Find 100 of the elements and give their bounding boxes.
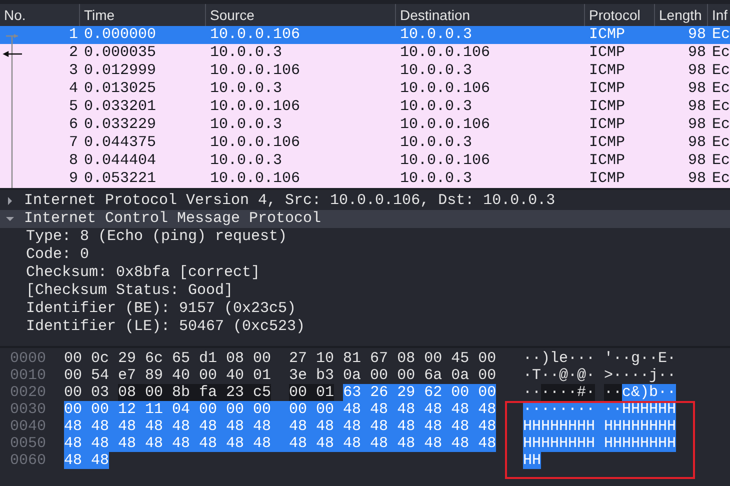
table-cell: 0.044404 bbox=[84, 152, 156, 169]
table-cell: 10.0.0.3 bbox=[400, 62, 472, 79]
tree-row[interactable]: Identifier (BE): 9157 (0x23c5) bbox=[0, 300, 730, 318]
ascii-text: HHHHHHHH bbox=[523, 418, 604, 435]
table-cell: Ec bbox=[712, 98, 730, 115]
offset-label: 0060 bbox=[9, 452, 48, 469]
table-cell: 0.044375 bbox=[84, 134, 156, 151]
table-cell: 4 bbox=[68, 80, 78, 97]
table-cell: 0.053221 bbox=[84, 170, 156, 187]
table-cell: 3 bbox=[68, 62, 78, 79]
tree-row[interactable]: Type: 8 (Echo (ping) request) bbox=[0, 228, 730, 246]
table-cell: ICMP bbox=[589, 26, 626, 43]
table-cell: 10.0.0.3 bbox=[400, 134, 472, 151]
tree-row[interactable]: Checksum: 0x8bfa [correct] bbox=[0, 264, 730, 282]
table-cell: 10.0.0.3 bbox=[210, 152, 282, 169]
table-cell: 0.013025 bbox=[84, 80, 156, 97]
table-cell: 2 bbox=[68, 44, 78, 61]
expand-arrow-icon[interactable] bbox=[6, 197, 14, 205]
table-cell: ICMP bbox=[589, 134, 626, 151]
ascii-text: ·T··@·@· bbox=[523, 367, 596, 384]
tree-item-label: Code: 0 bbox=[26, 244, 90, 265]
hex-bytes: 00 00 48 48 48 48 48 48 bbox=[289, 401, 496, 418]
hex-bytes: 00 01 bbox=[289, 384, 334, 401]
table-cell: 0.000035 bbox=[84, 44, 156, 61]
ascii-text: HHHHHHHH bbox=[604, 435, 676, 452]
table-cell: 9 bbox=[68, 170, 78, 187]
ascii-text: ·· bbox=[604, 384, 622, 401]
hex-bytes: 08 00 8b fa 23 c5 bbox=[118, 384, 272, 401]
table-cell: 98 bbox=[688, 80, 706, 97]
hex-bytes: 48 48 48 48 48 48 48 48 bbox=[289, 418, 496, 435]
table-cell: ICMP bbox=[589, 98, 626, 115]
tree-item-label: Identifier (LE): 50467 (0xc523) bbox=[26, 316, 306, 337]
collapse-arrow-icon[interactable] bbox=[6, 215, 14, 223]
table-cell: 10.0.0.3 bbox=[210, 44, 282, 61]
table-cell: 10.0.0.3 bbox=[400, 170, 472, 187]
table-cell: 10.0.0.3 bbox=[400, 98, 472, 115]
table-cell: Ec bbox=[712, 62, 730, 79]
table-cell: 10.0.0.106 bbox=[210, 134, 300, 151]
table-cell: 10.0.0.3 bbox=[400, 26, 472, 43]
table-cell: Ec bbox=[712, 134, 730, 151]
hex-bytes: 27 10 81 67 08 00 45 00 bbox=[289, 350, 496, 367]
table-cell: 10.0.0.106 bbox=[210, 98, 300, 115]
ascii-text: HH bbox=[523, 452, 542, 469]
tree-row[interactable]: Code: 0 bbox=[0, 246, 730, 264]
table-cell: 1 bbox=[68, 26, 78, 43]
tree-item-label: Type: 8 (Echo (ping) request) bbox=[26, 226, 288, 247]
hex-bytes: 00 54 e7 89 40 00 40 01 bbox=[64, 367, 272, 384]
hex-bytes: 63 26 29 62 00 00 bbox=[343, 384, 496, 401]
ascii-text: '··g··E· bbox=[604, 350, 676, 367]
table-cell: ICMP bbox=[589, 44, 626, 61]
table-cell: 98 bbox=[688, 26, 706, 43]
hex-bytes: 00 0c 29 6c 65 d1 08 00 bbox=[64, 350, 272, 367]
ascii-text: ····#· bbox=[541, 384, 596, 401]
offset-label: 0040 bbox=[9, 418, 48, 435]
tree-item-label: Internet Protocol Version 4, Src: 10.0.0.106, Dst: 10.0.0.3 bbox=[24, 190, 556, 211]
table-cell: 98 bbox=[688, 134, 706, 151]
table-cell: 10.0.0.106 bbox=[400, 80, 490, 97]
hex-bytes: 48 48 48 48 48 48 48 48 bbox=[64, 435, 290, 452]
table-cell: Ec bbox=[712, 26, 730, 43]
table-cell: 0.012999 bbox=[84, 62, 156, 79]
packet-row[interactable]: 1 0.000000 10.0.0.106 10.0.0.3 ICMP 98 Ec bbox=[0, 26, 730, 44]
tree-row[interactable]: Internet Control Message Protocol bbox=[0, 210, 730, 228]
table-cell: 10.0.0.106 bbox=[210, 170, 300, 187]
ascii-text: >····j·· bbox=[604, 367, 676, 384]
table-cell: ICMP bbox=[589, 62, 626, 79]
table-cell: 98 bbox=[688, 116, 706, 133]
hex-bytes: 00 03 bbox=[64, 384, 110, 401]
table-cell: 0.033229 bbox=[84, 116, 156, 133]
hex-bytes: 48 48 bbox=[64, 452, 110, 469]
table-cell: Ec bbox=[712, 116, 730, 133]
table-cell: Ec bbox=[712, 80, 730, 97]
hex-bytes: 48 48 48 48 48 48 48 48 bbox=[289, 435, 496, 452]
hex-bytes: 00 00 12 11 04 00 00 00 bbox=[64, 401, 290, 418]
table-cell: 10.0.0.106 bbox=[400, 152, 490, 169]
table-cell: 6 bbox=[68, 116, 78, 133]
tree-row[interactable]: Internet Protocol Version 4, Src: 10.0.0.106, Dst: 10.0.0.3 bbox=[0, 192, 730, 210]
ascii-text: c&)b·· bbox=[622, 384, 676, 401]
table-cell: 5 bbox=[68, 98, 78, 115]
offset-label: 0010 bbox=[9, 367, 48, 384]
table-cell: 7 bbox=[68, 134, 78, 151]
table-cell: Ec bbox=[712, 152, 730, 169]
table-cell: 10.0.0.106 bbox=[400, 116, 490, 133]
table-cell: Ec bbox=[712, 44, 730, 61]
table-cell: ICMP bbox=[589, 170, 626, 187]
offset-label: 0050 bbox=[9, 435, 48, 452]
hex-bytes: 3e b3 0a 00 00 6a 0a 00 bbox=[289, 367, 496, 384]
table-cell: 98 bbox=[688, 98, 706, 115]
table-cell: 10.0.0.106 bbox=[400, 44, 490, 61]
tree-row[interactable]: [Checksum Status: Good] bbox=[0, 282, 730, 300]
table-cell: Ec bbox=[712, 170, 730, 187]
tree-item-label: [Checksum Status: Good] bbox=[26, 280, 234, 301]
hex-bytes: 48 48 48 48 48 48 48 48 bbox=[64, 418, 290, 435]
offset-label: 0000 bbox=[9, 350, 48, 367]
tree-item-label: Internet Control Message Protocol bbox=[24, 208, 322, 229]
tree-row[interactable]: Identifier (LE): 50467 (0xc523) bbox=[0, 318, 730, 336]
table-cell: ICMP bbox=[589, 116, 626, 133]
ascii-text: HHHHHHHH bbox=[604, 418, 676, 435]
offset-label: 0020 bbox=[9, 384, 48, 401]
tree-item-label: Identifier (BE): 9157 (0x23c5) bbox=[26, 298, 296, 319]
table-cell: 98 bbox=[688, 44, 706, 61]
